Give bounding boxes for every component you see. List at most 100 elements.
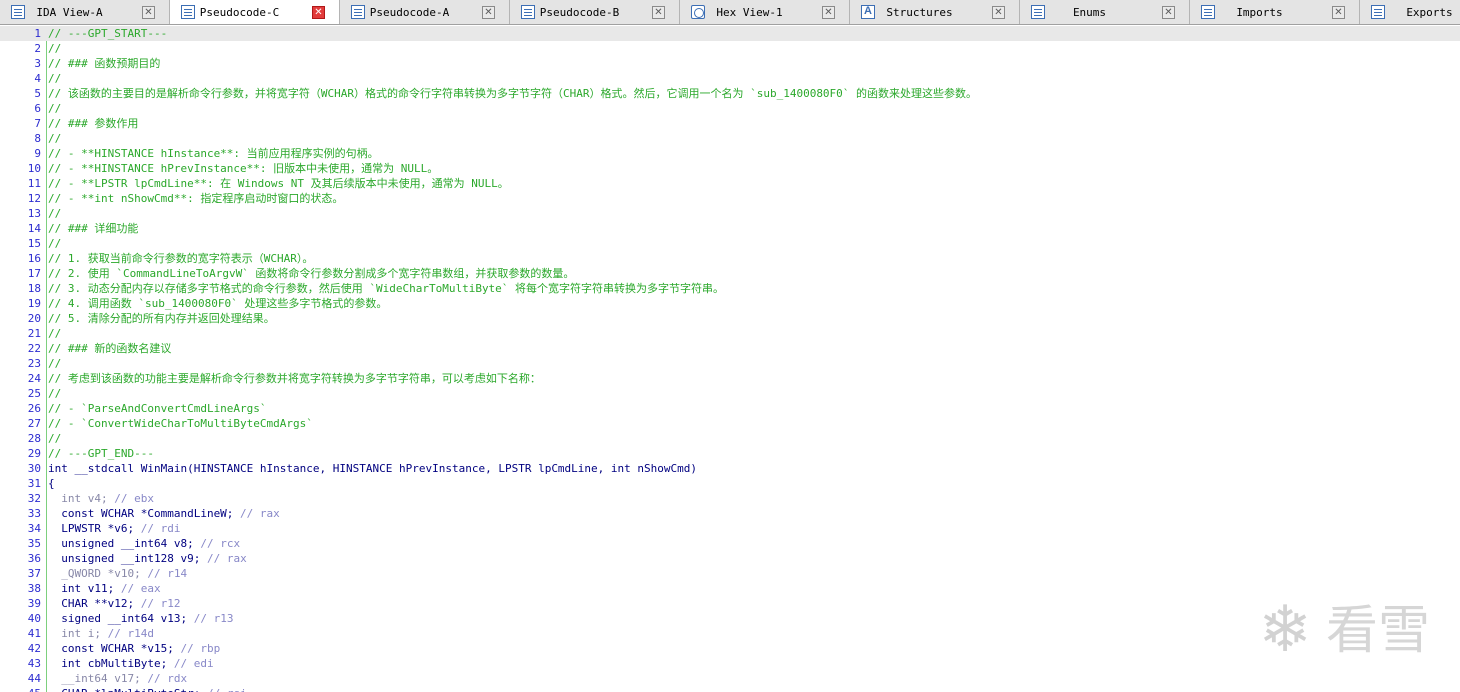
line-number: 18	[27, 282, 41, 295]
line-number: 23	[27, 357, 41, 370]
comment-text: //	[48, 432, 62, 445]
code-line[interactable]: 32 int v4; // ebx	[0, 491, 1460, 506]
tab-pseudocode-a[interactable]: Pseudocode-A ✕	[340, 0, 510, 24]
code-line[interactable]: 16 // 1. 获取当前命令行参数的宽字符表示（WCHAR）。	[0, 251, 1460, 266]
code-line[interactable]: 18 // 3. 动态分配内存以存储多字节格式的命令行参数，然后使用 `WideC…	[0, 281, 1460, 296]
code-line[interactable]: 3 // ### 函数预期目的	[0, 56, 1460, 71]
tab-label: Enums	[1072, 6, 1107, 19]
declaration-text: int cbMultiByte;	[48, 657, 168, 670]
comment-text: //	[48, 132, 62, 145]
code-line[interactable]: 20 // 5. 清除分配的所有内存并返回处理结果。	[0, 311, 1460, 326]
code-line[interactable]: 15 //	[0, 236, 1460, 251]
register-comment: // edi	[167, 657, 214, 670]
tab-label: Pseudocode-B	[539, 6, 620, 19]
tab-hex-view-1[interactable]: Hex View-1 ✕	[680, 0, 850, 24]
register-comment: // r13	[187, 612, 234, 625]
tab-label: Pseudocode-C	[199, 6, 280, 19]
code-line[interactable]: 28 //	[0, 431, 1460, 446]
code-line[interactable]: 45 CHAR *lpMultiByteStr; // rsi	[0, 686, 1460, 692]
line-number: 20	[27, 312, 41, 325]
line-number: 11	[27, 177, 41, 190]
tab-structures[interactable]: Structures ✕	[850, 0, 1020, 24]
code-line[interactable]: 14 // ### 详细功能	[0, 221, 1460, 236]
line-number: 28	[27, 432, 41, 445]
code-line[interactable]: 2 //	[0, 41, 1460, 56]
code-line[interactable]: 26 // - `ParseAndConvertCmdLineArgs`	[0, 401, 1460, 416]
code-line[interactable]: 23 //	[0, 356, 1460, 371]
code-line[interactable]: 34 LPWSTR *v6; // rdi	[0, 521, 1460, 536]
close-icon[interactable]: ✕	[1162, 6, 1175, 19]
code-line[interactable]: 1 // ---GPT_START---	[0, 26, 1460, 41]
close-icon[interactable]: ✕	[652, 6, 665, 19]
declaration-text: _QWORD *v10;	[48, 567, 141, 580]
code-line[interactable]: 27 // - `ConvertWideCharToMultiByteCmdArg…	[0, 416, 1460, 431]
tab-imports[interactable]: Imports ✕	[1190, 0, 1360, 24]
code-line[interactable]: 8 //	[0, 131, 1460, 146]
tab-pseudocode-c[interactable]: Pseudocode-C ✕	[170, 0, 340, 24]
pseudocode-editor[interactable]: 1// ---GPT_START--- 2//3// ### 函数预期目的 4//5…	[0, 26, 1460, 692]
code-line[interactable]: 12 // - **int nShowCmd**: 指定程序启动时窗口的状态。	[0, 191, 1460, 206]
code-line[interactable]: 7 // ### 参数作用	[0, 116, 1460, 131]
code-line[interactable]: 37 _QWORD *v10; // r14	[0, 566, 1460, 581]
code-line[interactable]: 13 //	[0, 206, 1460, 221]
code-line[interactable]: 41 int i; // r14d	[0, 626, 1460, 641]
close-icon[interactable]: ✕	[822, 6, 835, 19]
comment-text: // - `ParseAndConvertCmdLineArgs`	[48, 402, 267, 415]
code-line[interactable]: 35 unsigned __int64 v8; // rcx	[0, 536, 1460, 551]
close-icon[interactable]: ✕	[142, 6, 155, 19]
code-line[interactable]: 17 // 2. 使用 `CommandLineToArgvW` 函数将命令行参数…	[0, 266, 1460, 281]
comment-text: // - **LPSTR lpCmdLine**: 在 Windows NT 及…	[48, 177, 509, 190]
close-icon[interactable]: ✕	[992, 6, 1005, 19]
code-line[interactable]: 38 int v11; // eax	[0, 581, 1460, 596]
code-line[interactable]: 24 // 考虑到该函数的功能主要是解析命令行参数并将宽字符转换为多字节字符串，可…	[0, 371, 1460, 386]
code-line[interactable]: 9 // - **HINSTANCE hInstance**: 当前应用程序实例的…	[0, 146, 1460, 161]
line-number: 26	[27, 402, 41, 415]
register-comment: // rdi	[134, 522, 181, 535]
close-icon[interactable]: ✕	[312, 6, 325, 19]
close-icon[interactable]: ✕	[482, 6, 495, 19]
code-line[interactable]: 4 //	[0, 71, 1460, 86]
variable-declaration: LPWSTR *v6; // rdi	[48, 521, 180, 536]
comment-text: // - `ConvertWideCharToMultiByteCmdArgs`	[48, 417, 313, 430]
code-line[interactable]: 31 {	[0, 476, 1460, 491]
register-comment: // eax	[114, 582, 161, 595]
comment-text: // - **HINSTANCE hInstance**: 当前应用程序实例的句…	[48, 147, 379, 160]
tab-enums[interactable]: Enums ✕	[1020, 0, 1190, 24]
variable-declaration: signed __int64 v13; // r13	[48, 611, 233, 626]
code-line[interactable]: 11 // - **LPSTR lpCmdLine**: 在 Windows NT…	[0, 176, 1460, 191]
line-number: 39	[27, 597, 41, 610]
line-number: 22	[27, 342, 41, 355]
code-line[interactable]: 19 // 4. 调用函数 `sub_1400080F0` 处理这些多字节格式的参…	[0, 296, 1460, 311]
tab-ida-view-a[interactable]: IDA View-A ✕	[0, 0, 170, 24]
code-line[interactable]: 29 // ---GPT_END---	[0, 446, 1460, 461]
comment-text: // 4. 调用函数 `sub_1400080F0` 处理这些多字节格式的参数。	[48, 297, 388, 310]
tab-pseudocode-b[interactable]: Pseudocode-B ✕	[510, 0, 680, 24]
code-line[interactable]: 44 __int64 v17; // rdx	[0, 671, 1460, 686]
line-number: 31	[27, 477, 41, 490]
declaration-text: int v4;	[48, 492, 108, 505]
comment-text: //	[48, 387, 62, 400]
tab-exports[interactable]: Exports✕	[1360, 0, 1460, 24]
line-number: 3	[34, 57, 41, 70]
code-line[interactable]: 30 int __stdcall WinMain(HINSTANCE hInsta…	[0, 461, 1460, 476]
code-line[interactable]: 40 signed __int64 v13; // r13	[0, 611, 1460, 626]
comment-text: // ### 详细功能	[48, 222, 139, 235]
register-comment: // rax	[200, 552, 247, 565]
code-line[interactable]: 39 CHAR **v12; // r12	[0, 596, 1460, 611]
code-line[interactable]: 43 int cbMultiByte; // edi	[0, 656, 1460, 671]
code-line[interactable]: 25 //	[0, 386, 1460, 401]
register-comment: // rsi	[200, 687, 247, 692]
code-line[interactable]: 5 // 该函数的主要目的是解析命令行参数，并将宽字符（WCHAR）格式的命令行字…	[0, 86, 1460, 101]
code-line[interactable]: 42 const WCHAR *v15; // rbp	[0, 641, 1460, 656]
code-line[interactable]: 33 const WCHAR *CommandLineW; // rax	[0, 506, 1460, 521]
code-line[interactable]: 6 //	[0, 101, 1460, 116]
code-line[interactable]: 36 unsigned __int128 v9; // rax	[0, 551, 1460, 566]
comment-text: // 考虑到该函数的功能主要是解析命令行参数并将宽字符转换为多字节字符串，可以考…	[48, 372, 541, 385]
code-line[interactable]: 21 //	[0, 326, 1460, 341]
comment-text: // - **int nShowCmd**: 指定程序启动时窗口的状态。	[48, 192, 344, 205]
variable-declaration: unsigned __int128 v9; // rax	[48, 551, 247, 566]
close-icon[interactable]: ✕	[1332, 6, 1345, 19]
code-line[interactable]: 22 // ### 新的函数名建议	[0, 341, 1460, 356]
line-number: 15	[27, 237, 41, 250]
code-line[interactable]: 10 // - **HINSTANCE hPrevInstance**: 旧版本中…	[0, 161, 1460, 176]
